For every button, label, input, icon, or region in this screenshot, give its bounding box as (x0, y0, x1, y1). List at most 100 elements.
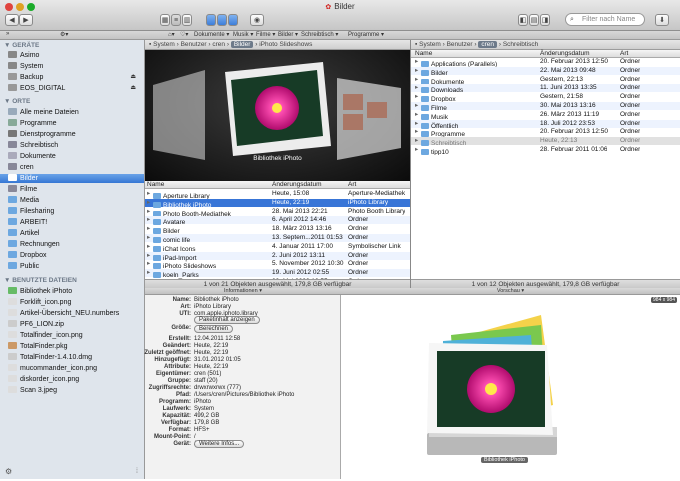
sidebar-item-filme[interactable]: Filme (8, 185, 144, 194)
table-row[interactable]: ▸ Öffentlich 18. Juli 2012 23:53 Ordner (411, 119, 680, 130)
view-columns-button[interactable]: ▥ (182, 14, 192, 26)
forward-button[interactable]: ▶ (19, 14, 33, 26)
col-date[interactable]: Änderungsdatum (272, 181, 322, 189)
download-button[interactable]: ⬇ (655, 14, 669, 26)
heart-icon[interactable]: ♡▾ (180, 31, 188, 38)
sidebar-item-public[interactable]: Public (8, 262, 144, 271)
sidebar-item-cren[interactable]: cren (8, 163, 144, 172)
dual-pane-button[interactable] (206, 14, 216, 26)
split-vertical-button[interactable] (228, 14, 238, 26)
table-row[interactable]: ▸ iPhoto Slideshows 5. November 2012 10:30… (145, 260, 410, 270)
sidebar-item-programme[interactable]: Programme (8, 119, 144, 128)
col-kind[interactable]: Art (620, 50, 628, 58)
col-name[interactable]: Name (147, 181, 164, 189)
fav-dokumente[interactable]: Dokumente ▾ (194, 31, 229, 38)
eject-icon[interactable]: ⏏ (130, 84, 136, 93)
layout-center-button[interactable]: ▤ (529, 14, 539, 26)
crumb-item[interactable]: System (419, 41, 441, 48)
crumb-item-current[interactable]: cren (478, 41, 498, 48)
table-row[interactable]: ▸ Dokumente Gestern, 22:13 Ordner (411, 76, 680, 86)
left-column-header[interactable]: Name Änderungsdatum Art (145, 181, 410, 189)
layout-right-button[interactable]: ◨ (540, 14, 550, 26)
sidebar-item-schreibtisch[interactable]: Schreibtisch (8, 141, 144, 150)
sidebar-item-backup[interactable]: Backup ⏏ (8, 73, 144, 82)
sidebar-toggle-icon[interactable]: » (6, 31, 9, 37)
view-list-button[interactable]: ≡ (171, 14, 181, 26)
table-row[interactable]: ▸ tipp10 28. Februar 2011 01:06 Ordner (411, 146, 680, 156)
col-date[interactable]: Änderungsdatum (540, 50, 590, 58)
fav-schreibtisch[interactable]: Schreibtisch ▾ (301, 31, 338, 38)
crumb-item[interactable]: Benutzer (447, 41, 473, 48)
table-row[interactable]: ▸ Filme 30. Mai 2013 13:16 Ordner (411, 102, 680, 112)
table-row[interactable]: ▸ Musik 26. März 2013 11:19 Ordner (411, 111, 680, 121)
info-panel-title[interactable]: Informationen ▾ (145, 288, 341, 295)
fav-musik[interactable]: Musik ▾ (233, 31, 253, 38)
fav-programme[interactable]: Programme ▾ (348, 31, 384, 38)
crumb-item-current[interactable]: Bilder (230, 41, 254, 48)
sidebar-item-alle-dateien[interactable]: Alle meine Dateien (8, 108, 144, 117)
sidebar-item-dropbox[interactable]: Dropbox (8, 251, 144, 260)
view-icons-button[interactable]: ▦ (160, 14, 170, 26)
sidebar-item-arbeit[interactable]: ARBEIT! (8, 218, 144, 227)
recent-item[interactable]: Bibliothek iPhoto (8, 287, 144, 296)
table-row[interactable]: ▸ Applications (Parallels) 20. Februar 201… (411, 58, 680, 68)
table-row[interactable]: ▸ Aperture Library Heute, 15:08 Aperture-Me… (145, 190, 410, 200)
sidebar-item-system[interactable]: System (8, 62, 144, 71)
resize-handle-icon[interactable]: ⁞ (136, 468, 138, 475)
fav-filme[interactable]: Filme ▾ (256, 31, 275, 38)
quicklook-button[interactable]: ◉ (250, 14, 264, 26)
split-horizontal-button[interactable] (217, 14, 227, 26)
table-row[interactable]: ▸ koeln_Parks 19. Juni 2012 02:55 Ordner (145, 269, 410, 279)
crumb-item[interactable]: System (153, 41, 175, 48)
table-row[interactable]: ▸ iPad-Import 2. Juni 2012 13:11 Ordner (145, 251, 410, 262)
home-icon[interactable]: ⌂▾ (168, 31, 175, 38)
fav-bilder[interactable]: Bilder ▾ (278, 31, 298, 38)
sidebar-item-asimo[interactable]: Asimo (8, 51, 144, 60)
sidebar-item-dokumente[interactable]: Dokumente (8, 152, 144, 161)
show-package-contents-button[interactable]: Paketinhalt anzeigen (194, 316, 260, 324)
info-value: Heute, 22:19 (194, 343, 229, 349)
more-info-button[interactable]: Weitere Infos... (194, 440, 245, 448)
table-row[interactable]: ▸ Dropbox Gestern, 21:58 Ordner (411, 93, 680, 103)
back-button[interactable]: ◀ (5, 14, 19, 26)
table-row[interactable]: ▸ comic life 13. Septem...2011 01:53 Ordner (145, 234, 410, 244)
sidebar-item-dienstprogramme[interactable]: Dienstprogramme (8, 130, 144, 139)
gear-icon[interactable]: ⚙▾ (60, 31, 68, 38)
sidebar-item-media[interactable]: Media (8, 196, 144, 205)
preview-panel-title[interactable]: Vorschau ▾ (341, 288, 680, 295)
sidebar-item-filesharing[interactable]: Filesharing (8, 207, 144, 216)
sidebar-item-label: diskorder_icon.png (20, 376, 80, 383)
sidebar-item-eos-digital[interactable]: EOS_DIGITAL ⏏ (8, 84, 144, 93)
row-date: 2. Juni 2012 13:11 (272, 251, 326, 259)
info-value: Bibliothek iPhoto (194, 297, 239, 303)
list-icon: ≡ (173, 16, 179, 24)
sidebar-item-label: Scan 3.jpeg (20, 387, 57, 394)
col-kind[interactable]: Art (348, 181, 356, 189)
sidebar-item-artikel[interactable]: Artikel (8, 229, 144, 238)
table-row[interactable]: ▸ Avatare 6. April 2012 14:46 Ordner (145, 216, 410, 226)
crumb-item[interactable]: Schreibtisch (503, 41, 538, 48)
table-row[interactable]: ▸ Schreibtisch Heute, 22:13 Ordner (411, 137, 680, 147)
sidebar-item-bilder[interactable]: Bilder (0, 174, 144, 183)
calculate-size-button[interactable]: Berechnen (194, 325, 234, 333)
right-column-header[interactable]: Name Änderungsdatum Art (411, 50, 680, 58)
right-empty-area[interactable] (411, 155, 680, 279)
layout-left-button[interactable]: ◧ (518, 14, 528, 26)
table-row[interactable]: ▸ Programme 20. Februar 2013 12:50 Ordner (411, 128, 680, 138)
search-field[interactable]: ⌕ Filter nach Name (565, 13, 645, 26)
flower-icon: ✿ (325, 4, 332, 11)
sidebar-item-rechnungen[interactable]: Rechnungen (8, 240, 144, 249)
crumb-item[interactable]: cren (212, 41, 225, 48)
disk-image-icon (8, 353, 17, 360)
table-row[interactable]: ▸ Bilder 18. März 2013 13:16 Ordner (145, 225, 410, 235)
table-row[interactable]: ▸ Downloads 11. Juni 2013 13:35 Ordner (411, 84, 680, 94)
table-row[interactable]: ▸ Photo Booth-Mediathek 28. Mai 2013 22:21… (145, 208, 410, 218)
col-name[interactable]: Name (415, 50, 432, 58)
eject-icon[interactable]: ⏏ (130, 73, 136, 82)
table-row[interactable]: ▸ Bibliothek iPhoto Heute, 22:19 iPhoto Lib… (145, 198, 410, 209)
table-row[interactable]: ▸ Bilder 22. Mai 2013 09:48 Ordner (411, 66, 680, 77)
table-row[interactable]: ▸ iChat Icons 4. Januar 2011 17:00 Symbolis… (145, 243, 410, 253)
crumb-item[interactable]: Benutzer (181, 41, 207, 48)
sidebar-gear-icon[interactable]: ⚙ (5, 467, 12, 476)
crumb-item[interactable]: iPhoto Slideshows (259, 41, 312, 48)
